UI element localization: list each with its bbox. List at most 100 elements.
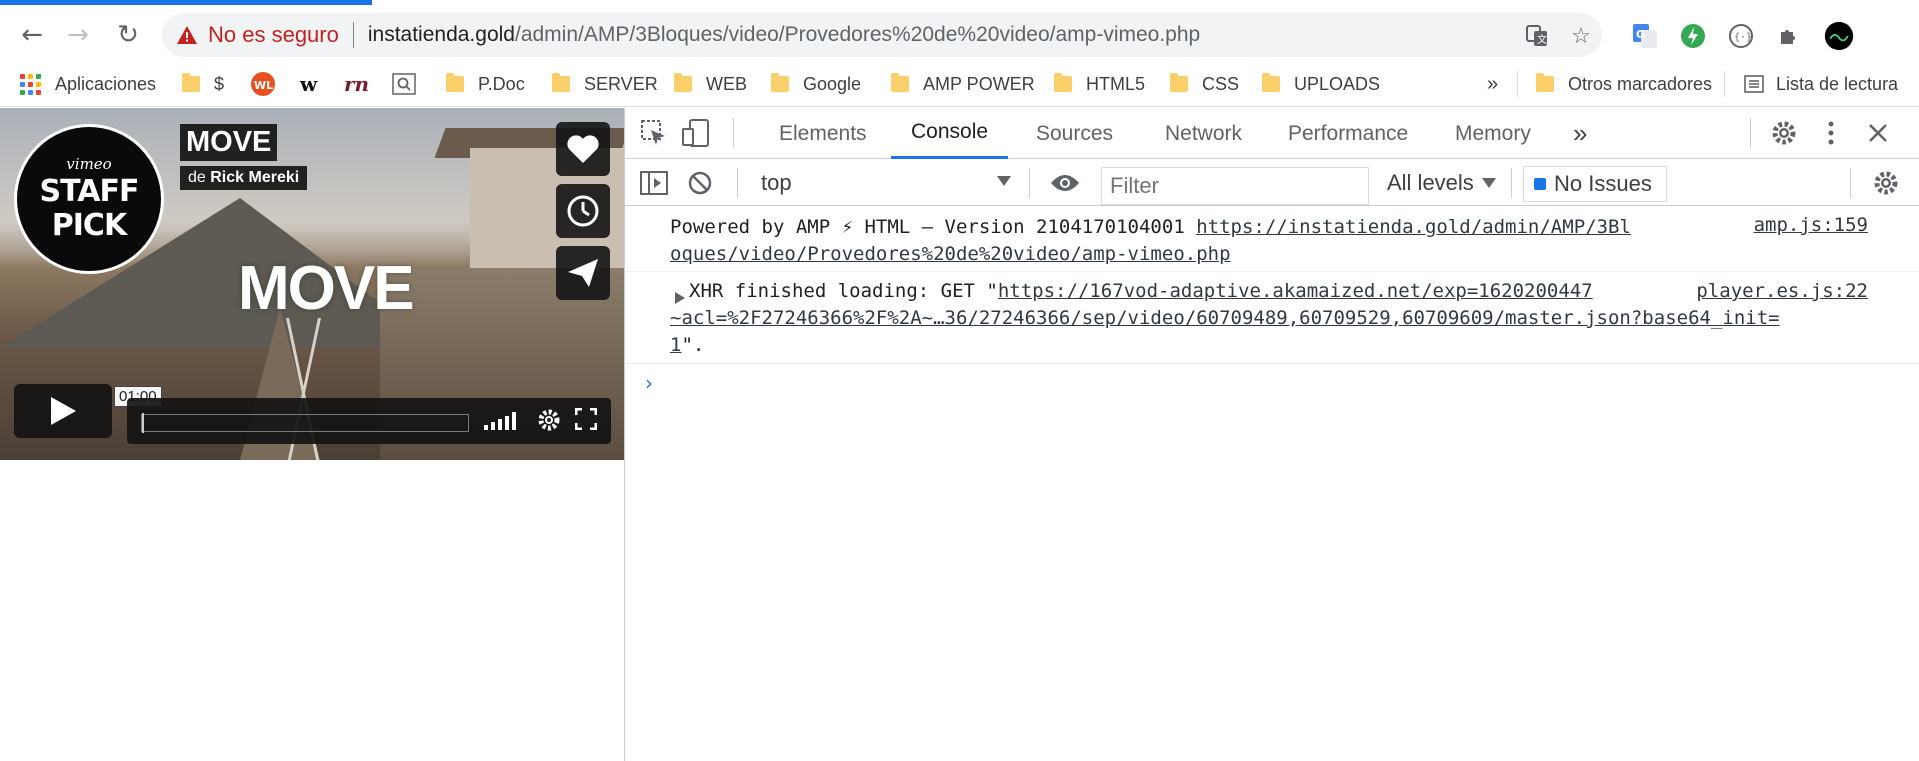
context-value: top bbox=[761, 170, 792, 195]
message-link[interactable]: ~acl=%2F27246366%2F%2A~…36/27246366/sep/… bbox=[670, 307, 1780, 329]
bookmark-folder-uploads[interactable]: UPLOADS bbox=[1262, 69, 1380, 99]
message-text: Powered by AMP ⚡ HTML – Version 21041701… bbox=[670, 216, 1197, 238]
share-button[interactable] bbox=[556, 246, 610, 300]
close-icon[interactable] bbox=[1863, 118, 1893, 148]
bookmark-dollar[interactable]: $ bbox=[182, 69, 224, 99]
bookmark-folder-html5[interactable]: HTML5 bbox=[1054, 69, 1145, 99]
volume-bar bbox=[512, 412, 516, 430]
console-prompt[interactable]: › bbox=[625, 364, 1919, 404]
bookmark-apps[interactable]: Aplicaciones bbox=[20, 69, 156, 99]
console-filter-input[interactable] bbox=[1101, 167, 1369, 205]
tab-elements[interactable]: Elements bbox=[779, 108, 867, 159]
vimeo-player[interactable]: vimeo STAFF PICK MOVE de Rick Mereki MOV… bbox=[0, 108, 624, 460]
message-link[interactable]: oques/video/Provedores%20de%20video/amp-… bbox=[670, 243, 1231, 265]
devtools-divider bbox=[1029, 168, 1030, 198]
folder-icon bbox=[1536, 73, 1554, 92]
folder-icon bbox=[674, 73, 692, 92]
like-button[interactable] bbox=[556, 122, 610, 176]
bookmark-star-icon[interactable]: ☆ bbox=[1568, 23, 1594, 49]
profile-avatar[interactable] bbox=[1824, 21, 1854, 51]
tab-network[interactable]: Network bbox=[1165, 108, 1242, 159]
bookmark-search[interactable] bbox=[392, 69, 416, 99]
url-text[interactable]: instatienda.gold/admin/AMP/3Bloques/vide… bbox=[368, 23, 1200, 47]
reload-button[interactable]: ↻ bbox=[108, 15, 148, 55]
settings-gear-icon[interactable] bbox=[1769, 118, 1799, 148]
video-title[interactable]: MOVE bbox=[180, 124, 278, 161]
volume-control[interactable] bbox=[484, 412, 519, 430]
context-selector[interactable]: top bbox=[761, 168, 1015, 198]
staff-pick-line1: STAFF bbox=[39, 174, 140, 209]
play-button[interactable] bbox=[14, 384, 112, 438]
folder-icon bbox=[1170, 73, 1188, 92]
video-byline[interactable]: de Rick Mereki bbox=[180, 166, 308, 190]
bookmark-w[interactable]: w bbox=[300, 69, 317, 99]
video-author: Rick Mereki bbox=[210, 169, 300, 186]
back-button[interactable]: ← bbox=[12, 15, 52, 55]
message-source-link[interactable]: amp.js:159 bbox=[1754, 212, 1868, 239]
bookmark-other[interactable]: Otros marcadores bbox=[1536, 69, 1712, 99]
back-arrow-icon: ← bbox=[21, 20, 43, 50]
power-extension-icon[interactable] bbox=[1678, 21, 1708, 51]
warning-icon[interactable] bbox=[176, 25, 198, 45]
message-link[interactable]: 1 bbox=[670, 334, 681, 356]
bookmark-folder-css[interactable]: CSS bbox=[1170, 69, 1239, 99]
fullscreen-icon[interactable] bbox=[574, 407, 598, 436]
folder-icon bbox=[1262, 73, 1280, 92]
watch-later-button[interactable] bbox=[556, 184, 610, 238]
url-host: instatienda.gold bbox=[367, 23, 515, 46]
kebab-menu-icon[interactable] bbox=[1821, 118, 1841, 148]
message-source-link[interactable]: player.es.js:22 bbox=[1696, 278, 1868, 305]
chevron-down-icon bbox=[997, 176, 1011, 186]
bookmark-folder-amp-power[interactable]: AMP POWER bbox=[891, 69, 1035, 99]
bookmark-rn[interactable]: rn bbox=[344, 69, 369, 99]
reading-list-button[interactable]: Lista de lectura bbox=[1744, 69, 1898, 99]
forward-button[interactable]: → bbox=[58, 15, 98, 55]
translate-icon[interactable]: 文 bbox=[1524, 23, 1550, 49]
svg-text:WL: WL bbox=[254, 79, 273, 92]
reading-list-icon bbox=[1744, 75, 1764, 93]
bookmark-label: AMP POWER bbox=[923, 73, 1035, 94]
message-link[interactable]: https://instatienda.gold/admin/AMP/3Bl bbox=[1196, 216, 1631, 238]
code-extension-icon[interactable]: {·} bbox=[1726, 21, 1756, 51]
devtools-tabbar: Elements Console Sources Network Perform… bbox=[625, 108, 1919, 159]
folder-icon bbox=[771, 73, 789, 92]
inspect-element-icon[interactable] bbox=[639, 118, 669, 148]
log-levels-dropdown[interactable]: All levels bbox=[1387, 168, 1496, 198]
clear-console-icon[interactable] bbox=[685, 168, 715, 198]
address-bar[interactable]: No es seguro instatienda.gold/admin/AMP/… bbox=[162, 13, 1602, 57]
settings-gear-icon[interactable] bbox=[537, 408, 561, 438]
extensions-puzzle-icon[interactable] bbox=[1774, 21, 1804, 51]
volume-bar bbox=[505, 416, 509, 430]
progress-scrubber[interactable] bbox=[141, 413, 469, 433]
bookmarks-overflow-button[interactable]: » bbox=[1487, 69, 1498, 99]
tab-performance[interactable]: Performance bbox=[1288, 108, 1408, 159]
live-expression-eye-icon[interactable] bbox=[1045, 168, 1085, 198]
message-link[interactable]: https://167vod-adaptive.akamaized.net/ex… bbox=[998, 280, 1593, 302]
bookmark-label: WEB bbox=[706, 73, 748, 94]
security-status[interactable]: No es seguro bbox=[208, 22, 339, 48]
bookmark-wl[interactable]: WL bbox=[250, 69, 276, 99]
staff-pick-badge[interactable]: vimeo STAFF PICK bbox=[14, 124, 164, 274]
tab-sources[interactable]: Sources bbox=[1036, 108, 1113, 159]
device-toolbar-icon[interactable] bbox=[681, 118, 711, 148]
folder-icon bbox=[446, 73, 464, 92]
bookmark-folder-google[interactable]: Google bbox=[771, 69, 861, 99]
console-settings-gear-icon[interactable] bbox=[1871, 168, 1901, 198]
volume-bar bbox=[498, 419, 502, 430]
tab-console[interactable]: Console bbox=[891, 108, 1009, 159]
google-translate-extension-icon[interactable]: G bbox=[1630, 21, 1660, 51]
scrubber-playhead[interactable] bbox=[142, 413, 144, 433]
wl-logo-icon: WL bbox=[251, 72, 275, 96]
more-tabs-chevron-icon[interactable]: » bbox=[1573, 108, 1587, 159]
bookmark-folder-web[interactable]: WEB bbox=[674, 69, 747, 99]
clock-icon bbox=[567, 195, 599, 227]
tab-memory[interactable]: Memory bbox=[1455, 108, 1531, 159]
show-sidebar-icon[interactable] bbox=[639, 168, 669, 198]
bookmark-folder-pdoc[interactable]: P.Doc bbox=[446, 69, 525, 99]
search-box-icon bbox=[392, 73, 416, 95]
play-icon bbox=[51, 397, 76, 425]
console-output: Powered by AMP ⚡ HTML – Version 21041701… bbox=[625, 206, 1919, 404]
bookmark-folder-server[interactable]: SERVER bbox=[552, 69, 658, 99]
expand-triangle-icon[interactable] bbox=[675, 285, 685, 312]
issues-button[interactable]: No Issues bbox=[1523, 166, 1667, 202]
